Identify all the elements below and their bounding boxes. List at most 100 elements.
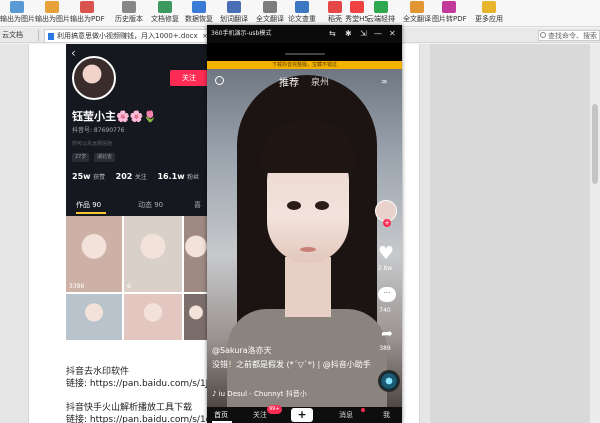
create-video-button[interactable]: + [291, 408, 313, 422]
video-subject-lips [300, 247, 316, 252]
share-icon[interactable]: ➦ [377, 327, 397, 341]
music-disc-icon[interactable] [378, 370, 400, 392]
likes-unit: 获赞 [93, 174, 106, 181]
video-thumbnail-grid: 3396 6 [66, 216, 208, 340]
thumbnail-play-count: 6 [127, 283, 131, 290]
phone-speaker [285, 53, 325, 55]
ribbon-button-14[interactable]: 更多应用 [472, 0, 506, 27]
search-icon[interactable] [215, 76, 224, 85]
like-count: 2.8w [377, 265, 393, 272]
screen: 输出为图片 输出为图片 输出为PDF 历史版本 文档修复 数据恢复 划词翻译 全文翻译 论文查重… [0, 0, 600, 423]
tab-city[interactable]: 泉州 [311, 75, 329, 88]
ribbon-button-label: 云端轻排 [367, 15, 395, 23]
profile-tabs: 作品 90 动态 90 喜 [66, 194, 208, 214]
video-username[interactable]: @Sakura洛亦天 [212, 345, 272, 356]
share-count: 389 [379, 345, 391, 352]
ribbon-button-3[interactable]: 历史版本 [112, 0, 146, 27]
video-thumbnail [66, 294, 122, 340]
ribbon-button-11[interactable]: 云端轻排 [364, 0, 398, 27]
ribbon-button-label: 划词翻译 [220, 15, 248, 23]
ribbon-tool-icon [227, 1, 241, 13]
scrollbar-thumb[interactable] [592, 104, 598, 184]
tab-cloud-docs[interactable]: 云文档 [2, 30, 23, 41]
fans-unit: 粉丝 [187, 174, 200, 181]
ribbon-button-label: 输出为PDF [70, 15, 105, 23]
ribbon-button-label: 数据恢复 [185, 15, 213, 23]
video-thumbnail [184, 294, 208, 340]
ribbon-tool-icon [442, 1, 456, 13]
ribbon-tool-icon [45, 1, 59, 13]
ribbon-tool-icon [158, 1, 172, 13]
profile-name: 钰莹小主🌸🌸🌷 [72, 110, 158, 123]
tab-recommend[interactable]: 推荐 [279, 74, 299, 89]
ribbon-tool-icon [192, 1, 206, 13]
profile-tab-underline [76, 212, 106, 214]
video-music-label[interactable]: ♪ iu Desul - Chunnyt 抖音小 [212, 389, 307, 399]
video-caption: 没错！之前都是假发 (*´▽`*) | @抖音小助手 [212, 360, 371, 369]
following-unit: 关注 [134, 174, 147, 181]
profile-bio: 你可以永远相信她 [72, 141, 113, 147]
ribbon-button-13[interactable]: 图片转PDF [432, 0, 467, 27]
ribbon-button-8[interactable]: 论文查重 [285, 0, 319, 27]
tab-active-document[interactable]: 利用搞意思做小视频赚钱，月入1000+.docx × [44, 29, 212, 42]
ribbon-button-2[interactable]: 输出为PDF [70, 0, 105, 27]
profile-tab-trends: 动态 90 [138, 201, 164, 209]
download-banner[interactable]: 下载抖音完整版，宝藏不错过 [207, 61, 402, 69]
video-subject-eye-right [315, 201, 329, 210]
heart-icon[interactable]: ♥ [377, 245, 395, 263]
ribbon-button-label: 图片转PDF [432, 15, 467, 23]
ribbon-tool-icon [410, 1, 424, 13]
ribbon-button-6[interactable]: 划词翻译 [217, 0, 251, 27]
following-count: 202 [115, 172, 133, 181]
ribbon-button-5[interactable]: 数据恢复 [182, 0, 216, 27]
ribbon-button-7[interactable]: 全文翻译 [253, 0, 287, 27]
tab-document-title: 利用搞意思做小视频赚钱，月入1000+.docx [57, 32, 198, 40]
video-thumbnail [184, 216, 208, 292]
nav-follow[interactable]: 关注 [253, 410, 267, 420]
video-subject-neck [285, 257, 331, 317]
ribbon-tool-icon [80, 1, 94, 13]
profile-follow-button: 关注 [170, 70, 208, 86]
profile-tab-works: 作品 90 [76, 201, 102, 209]
phone-mirror-window[interactable]: 360手机演示-usb模式 ⇆ ✱ ⇲ — ✕ 下载抖音完整版，宝藏不错过 推荐… [207, 25, 402, 423]
fullscreen-icon[interactable]: ⇲ [360, 25, 367, 43]
likes-count: 25w [72, 172, 91, 181]
command-search-input[interactable]: 查找命令、搜索 [538, 30, 600, 41]
profile-tag-age: 27岁 [72, 153, 90, 162]
ribbon-button-12[interactable]: 全文翻译 [400, 0, 434, 27]
nav-messages[interactable]: 消息 [339, 410, 353, 420]
ribbon-button-4[interactable]: 文档修复 [148, 0, 182, 27]
bottom-navigation: 首页 关注 99+ + 消息 我 [207, 405, 402, 423]
comment-icon[interactable]: ··· [378, 287, 396, 302]
minimize-icon[interactable]: — [374, 25, 382, 43]
video-thumbnail [124, 294, 182, 340]
video-thumbnail: 6 [124, 216, 182, 292]
ribbon-button-1[interactable]: 输出为图片 [35, 0, 70, 27]
settings-icon[interactable]: ✱ [345, 25, 352, 43]
search-icon [540, 32, 546, 38]
search-placeholder: 查找命令、搜索 [548, 32, 597, 40]
rotate-icon[interactable]: ⇆ [329, 25, 336, 43]
video-player[interactable] [207, 69, 402, 407]
vertical-scrollbar[interactable] [590, 44, 600, 423]
ribbon-tool-icon [10, 1, 24, 13]
doc-link-label-1: 链接: [66, 379, 90, 389]
profile-tab-likes: 喜 [194, 201, 201, 209]
nav-me[interactable]: 我 [383, 410, 390, 420]
ribbon-toolbar: 输出为图片 输出为图片 输出为PDF 历史版本 文档修复 数据恢复 划词翻译 全文翻译 论文查重… [0, 0, 600, 27]
ribbon-button-label: 论文查重 [288, 15, 316, 23]
live-icon[interactable]: ∞ [381, 77, 388, 86]
close-window-icon[interactable]: ✕ [389, 25, 396, 43]
ribbon-button-0[interactable]: 输出为图片 [0, 0, 35, 27]
profile-avatar [72, 56, 116, 100]
ribbon-button-label: 全文翻译 [256, 15, 284, 23]
word-doc-icon [48, 33, 54, 40]
ribbon-button-label: 输出为图片 [0, 15, 35, 23]
back-arrow-icon: ‹ [71, 46, 76, 60]
nav-home[interactable]: 首页 [214, 410, 228, 420]
profile-tag-location: 湖北省 [94, 153, 116, 162]
ribbon-tool-icon [374, 1, 388, 13]
follow-plus-icon[interactable]: + [383, 219, 391, 227]
ribbon-tool-icon [482, 1, 496, 13]
embedded-profile-image: ‹ 关注 钰莹小主🌸🌸🌷 抖音号: 87690776 你可以永远相信她 27岁 … [66, 44, 208, 216]
